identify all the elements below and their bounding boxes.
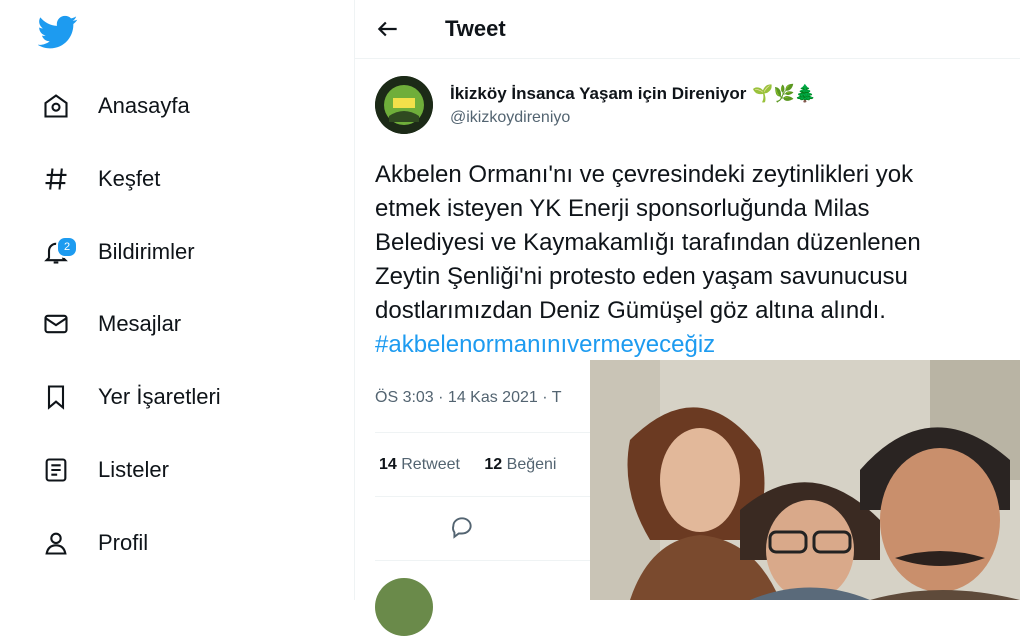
tweet-text: Akbelen Ormanı'nı ve çevresindeki zeytin… [375, 158, 1020, 362]
sidebar-item-label: Yer İşaretleri [98, 384, 221, 409]
hashtag-link[interactable]: #akbelenormanınıvermeyeceğiz [375, 328, 1020, 362]
like-count-link[interactable]: 12 Beğeni [484, 456, 556, 473]
reply-icon[interactable] [449, 514, 475, 540]
page-title: Tweet [445, 16, 506, 41]
sidebar-item-bookmarks[interactable]: Yer İşaretleri [36, 372, 221, 422]
sidebar-item-label: Bildirimler [98, 239, 195, 264]
arrow-left-icon[interactable] [375, 16, 401, 42]
person-icon [36, 523, 76, 563]
sidebar-item-profile[interactable]: Profil [36, 518, 148, 568]
bookmark-icon [36, 377, 76, 417]
notification-badge: 2 [56, 236, 78, 258]
twitter-bird-icon[interactable] [37, 12, 78, 52]
sidebar-item-label: Anasayfa [98, 93, 190, 118]
tweet-text-line: Belediyesi ve Kaymakamlığı tarafından dü… [375, 229, 921, 256]
tweet-photo[interactable] [590, 360, 1020, 600]
sidebar-item-label: Listeler [98, 457, 169, 482]
author-name-text: İkizköy İnsanca Yaşam için Direniyor [450, 84, 747, 103]
envelope-icon [36, 304, 76, 344]
author-name[interactable]: İkizköy İnsanca Yaşam için Direniyor 🌱🌿🌲 [450, 84, 816, 104]
tweet-timestamp[interactable]: ÖS 3:03 · 14 Kas 2021 · T [375, 389, 561, 407]
sidebar-item-messages[interactable]: Mesajlar [36, 299, 181, 349]
retweet-label: Retweet [401, 456, 460, 473]
tweet-text-line: etmek isteyen YK Enerji sponsorluğunda M… [375, 195, 870, 222]
author-handle[interactable]: @ikizkoydireniyo [450, 109, 570, 127]
sidebar-item-home[interactable]: Anasayfa [36, 81, 190, 131]
author-emoji: 🌱🌿🌲 [752, 84, 816, 103]
sidebar: Anasayfa Keşfet 2 Bildirimler Mesajlar Y… [0, 0, 355, 600]
sidebar-item-label: Mesajlar [98, 311, 182, 336]
tweet-stats: 14 Retweet 12 Beğeni [379, 456, 556, 474]
sidebar-item-explore[interactable]: Keşfet [36, 154, 160, 204]
bell-icon: 2 [36, 232, 78, 272]
sidebar-item-label: Profil [98, 530, 149, 555]
list-icon [36, 450, 76, 490]
sidebar-item-lists[interactable]: Listeler [36, 445, 169, 495]
like-count: 12 [484, 456, 503, 473]
avatar[interactable] [375, 578, 433, 636]
avatar[interactable] [375, 76, 433, 134]
retweet-count: 14 [379, 456, 397, 473]
hashtag-icon [36, 159, 76, 199]
like-label: Beğeni [506, 456, 557, 473]
retweet-count-link[interactable]: 14 Retweet [379, 456, 460, 473]
page-header: Tweet [355, 0, 1020, 59]
tweet-text-line: Zeytin Şenliği'ni protesto eden yaşam sa… [375, 263, 908, 290]
tweet-text-line: dostlarımızdan Deniz Gümüşel göz altına … [375, 297, 886, 324]
home-icon [36, 86, 76, 126]
sidebar-item-notifications[interactable]: 2 Bildirimler [36, 227, 195, 277]
tweet-text-line: Akbelen Ormanı'nı ve çevresindeki zeytin… [375, 161, 914, 188]
sidebar-item-label: Keşfet [98, 166, 161, 191]
